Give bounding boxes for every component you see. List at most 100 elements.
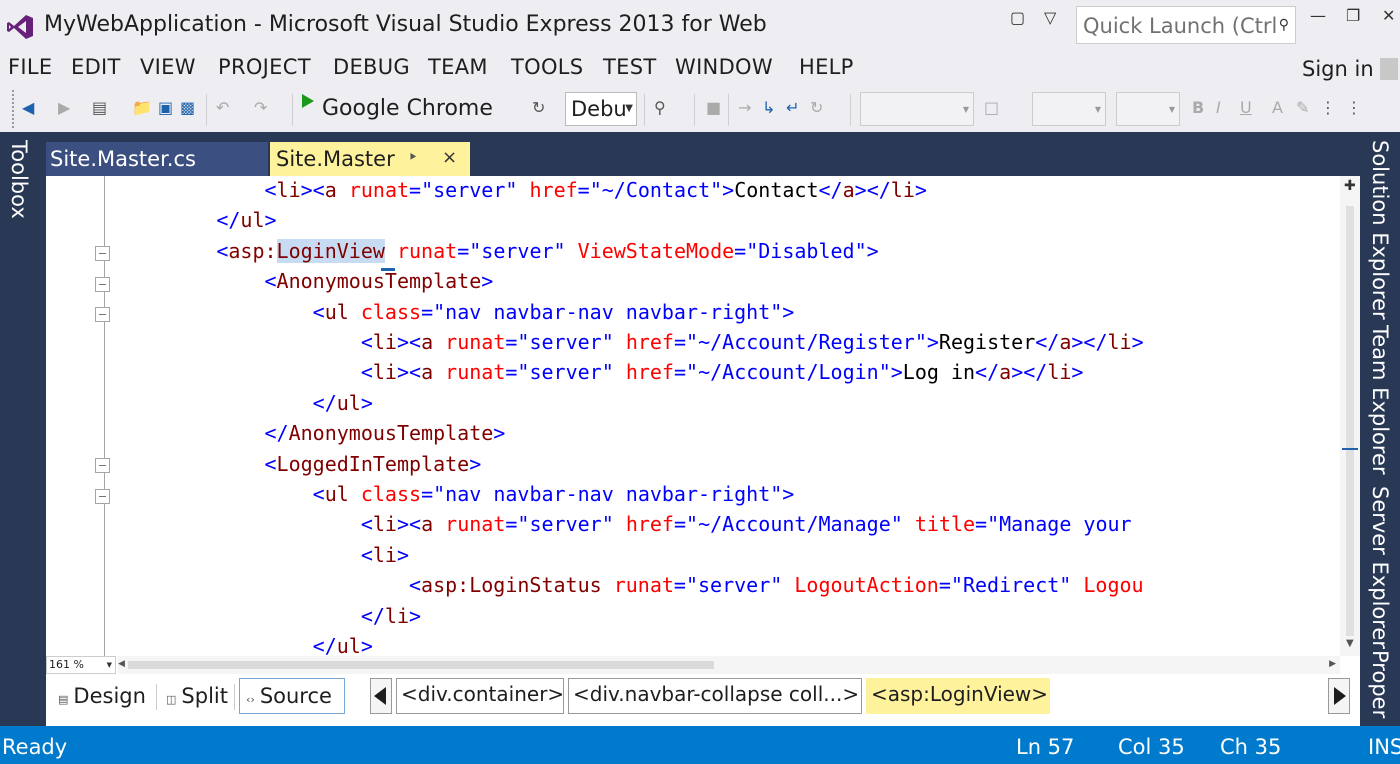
- navigate-forward-icon[interactable]: ▶: [58, 98, 70, 117]
- menu-file[interactable]: FILE: [8, 55, 52, 79]
- code-line[interactable]: <li><a runat="server" href="~/Account/Lo…: [120, 360, 1084, 390]
- chevron-down-icon: ▼: [625, 103, 633, 114]
- code-line[interactable]: <asp:LoginView runat="server" ViewStateM…: [120, 238, 879, 269]
- team-explorer-tab[interactable]: Team Explorer: [1368, 325, 1392, 475]
- start-debugging-icon[interactable]: [302, 94, 314, 108]
- toolbar-grip[interactable]: [12, 90, 16, 128]
- restart-icon[interactable]: ↻: [810, 98, 823, 117]
- open-file-icon[interactable]: 📁: [132, 98, 152, 117]
- close-icon[interactable]: ×: [442, 147, 457, 168]
- position-icon[interactable]: □: [984, 98, 999, 117]
- tab-site-master-cs[interactable]: Site.Master.cs: [46, 142, 268, 178]
- menu-window[interactable]: WINDOW: [675, 55, 773, 79]
- scroll-thumb[interactable]: [128, 661, 714, 669]
- underline-icon[interactable]: U: [1240, 98, 1252, 117]
- breadcrumb-back-icon[interactable]: [370, 678, 392, 714]
- save-icon[interactable]: ▣: [158, 98, 173, 117]
- step-into-icon[interactable]: ↳: [762, 98, 775, 117]
- split-view-button[interactable]: ◫ Split: [164, 678, 230, 714]
- highlight-icon[interactable]: ✎: [1296, 98, 1309, 117]
- navigate-back-icon[interactable]: ◀: [22, 98, 34, 117]
- design-view-button[interactable]: ▤ Design: [56, 678, 148, 714]
- code-line[interactable]: <LoggedInTemplate>: [120, 452, 482, 482]
- code-line[interactable]: </ul>: [120, 634, 373, 656]
- bold-icon[interactable]: B: [1192, 98, 1204, 117]
- code-line[interactable]: <asp:LoginStatus runat="server" LogoutAc…: [120, 573, 1144, 603]
- menu-debug[interactable]: DEBUG: [333, 55, 410, 79]
- code-line[interactable]: <AnonymousTemplate>: [120, 269, 494, 299]
- undo-icon[interactable]: ↶: [216, 98, 229, 117]
- pin-icon[interactable]: ⯈: [408, 150, 418, 165]
- collapse-icon[interactable]: [95, 246, 110, 261]
- properties-tab[interactable]: Proper: [1368, 650, 1392, 718]
- toolbox-tab[interactable]: Toolbox: [7, 140, 31, 219]
- code-line[interactable]: <ul class="nav navbar-nav navbar-right">: [120, 482, 795, 512]
- smart-tag-indicator[interactable]: [381, 268, 395, 271]
- left-tool-rail: [0, 132, 40, 726]
- close-window-icon[interactable]: ✕: [1382, 6, 1395, 25]
- menu-test[interactable]: TEST: [603, 55, 656, 79]
- horizontal-scrollbar[interactable]: ◀ ▶: [118, 656, 1340, 674]
- menu-edit[interactable]: EDIT: [71, 55, 121, 79]
- save-all-icon[interactable]: ▩: [180, 98, 195, 117]
- toolbar-overflow-icon[interactable]: ⋮: [1346, 98, 1362, 117]
- code-line[interactable]: </ul>: [120, 391, 373, 421]
- code-line[interactable]: <li>: [120, 543, 409, 573]
- toolbar-overflow-icon[interactable]: ⋮: [1320, 98, 1336, 117]
- breadcrumb-login-view[interactable]: <asp:LoginView>: [866, 678, 1050, 714]
- collapse-icon[interactable]: [95, 307, 110, 322]
- restore-icon[interactable]: ❐: [1346, 6, 1360, 25]
- collapse-icon[interactable]: [95, 458, 110, 473]
- sign-in-link[interactable]: Sign in: [1302, 57, 1374, 81]
- browser-target-button[interactable]: Google Chrome: [322, 96, 493, 121]
- code-line[interactable]: <li><a runat="server" href="~/Account/Ma…: [120, 512, 1132, 542]
- collapse-icon[interactable]: [95, 277, 110, 292]
- step-out-icon[interactable]: ↵: [786, 98, 799, 117]
- menu-project[interactable]: PROJECT: [218, 55, 311, 79]
- tab-site-master[interactable]: Site.Master ⯈ ×: [270, 142, 470, 178]
- filter-icon[interactable]: ▽: [1044, 8, 1056, 27]
- code-line[interactable]: </AnonymousTemplate>: [120, 421, 506, 451]
- block-format-select[interactable]: ▼: [860, 92, 974, 126]
- code-line[interactable]: <li><a runat="server" href="~/Contact">C…: [120, 178, 927, 208]
- breadcrumb-div-container[interactable]: <div.container>: [396, 678, 564, 714]
- zoom-select[interactable]: 161 % ▼: [46, 656, 116, 674]
- solution-explorer-tab[interactable]: Solution Explorer: [1368, 140, 1392, 320]
- font-name-select[interactable]: ▼: [1032, 92, 1106, 126]
- code-line[interactable]: </ul>: [120, 208, 276, 238]
- scroll-left-icon[interactable]: ◀: [118, 659, 125, 669]
- refresh-icon[interactable]: ↻: [532, 98, 545, 117]
- breadcrumb-navbar-collapse[interactable]: <div.navbar-collapse coll...>: [568, 678, 862, 714]
- new-project-icon[interactable]: ▤: [92, 98, 107, 117]
- code-line[interactable]: <li><a runat="server" href="~/Account/Re…: [120, 330, 1144, 360]
- stop-icon[interactable]: ■: [706, 98, 721, 117]
- menu-team[interactable]: TEAM: [428, 55, 488, 79]
- minimize-icon[interactable]: —: [1310, 6, 1326, 25]
- vertical-scrollbar[interactable]: ✚ ▼: [1340, 176, 1360, 656]
- italic-icon[interactable]: I: [1216, 98, 1221, 117]
- breadcrumb-forward-icon[interactable]: [1328, 678, 1350, 714]
- avatar[interactable]: [1380, 58, 1398, 80]
- server-explorer-tab[interactable]: Server Explorer: [1368, 486, 1392, 649]
- find-icon[interactable]: ⚲: [654, 98, 666, 117]
- scroll-down-icon[interactable]: ▼: [1346, 638, 1354, 649]
- menu-tools[interactable]: TOOLS: [511, 55, 583, 79]
- feedback-icon[interactable]: ▢: [1010, 8, 1025, 27]
- source-view-button[interactable]: ‹› Source: [239, 678, 345, 714]
- font-size-select[interactable]: ▼: [1116, 92, 1180, 126]
- menu-view[interactable]: VIEW: [140, 55, 196, 79]
- code-line[interactable]: <ul class="nav navbar-nav navbar-right">: [120, 300, 795, 330]
- quick-launch-input[interactable]: Quick Launch (Ctrl ⚲: [1076, 6, 1296, 44]
- split-label: Split: [181, 684, 228, 708]
- redo-icon[interactable]: ↷: [254, 98, 267, 117]
- split-editor-icon[interactable]: ✚: [1344, 178, 1356, 194]
- collapse-icon[interactable]: [95, 489, 110, 504]
- code-line[interactable]: </li>: [120, 604, 421, 634]
- scroll-right-icon[interactable]: ▶: [1329, 659, 1336, 669]
- font-color-icon[interactable]: A: [1272, 98, 1283, 117]
- menu-help[interactable]: HELP: [799, 55, 854, 79]
- window-title: MyWebApplication - Microsoft Visual Stud…: [44, 12, 767, 37]
- solution-configuration-select[interactable]: Debu ▼: [565, 92, 637, 126]
- scroll-thumb[interactable]: [1346, 206, 1354, 636]
- step-over-icon[interactable]: →: [738, 98, 751, 117]
